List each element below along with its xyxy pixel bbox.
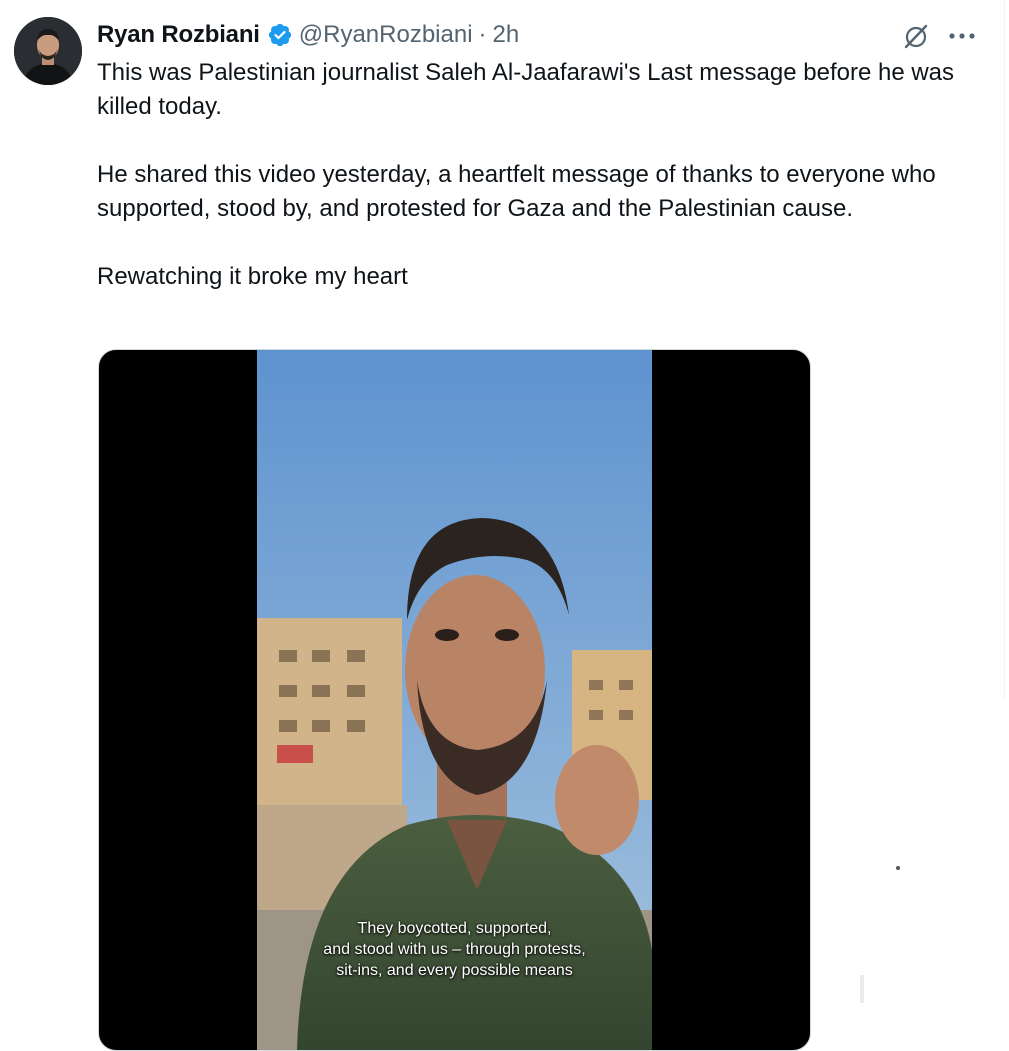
video-frame: They boycotted, supported, and stood wit…	[257, 350, 652, 1050]
tweet-text: This was Palestinian journalist Saleh Al…	[97, 56, 987, 294]
caption-line: sit-ins, and every possible means	[336, 962, 573, 979]
author-avatar[interactable]	[14, 17, 82, 85]
stray-mark	[860, 975, 864, 1003]
tweet-paragraph: Rewatching it broke my heart	[97, 263, 408, 290]
grok-icon	[904, 24, 928, 49]
caption-line: and stood with us – through protests,	[323, 941, 586, 958]
verified-badge-icon	[267, 22, 293, 48]
avatar-photo	[14, 17, 82, 85]
stray-mark	[896, 866, 900, 870]
author-handle[interactable]: @RyanRozbiani	[299, 21, 473, 49]
caption-line: They boycotted, supported,	[357, 920, 552, 937]
author-display-name[interactable]: Ryan Rozbiani	[97, 21, 260, 49]
timeline-border	[1004, 0, 1005, 700]
more-options-button[interactable]	[944, 20, 980, 52]
tweet-paragraph: This was Palestinian journalist Saleh Al…	[97, 59, 955, 120]
video-caption: They boycotted, supported, and stood wit…	[257, 918, 652, 981]
tweet-video[interactable]: They boycotted, supported, and stood wit…	[98, 349, 811, 1051]
tweet-header: Ryan Rozbiani @RyanRozbiani · 2h	[97, 18, 519, 52]
grok-button[interactable]	[900, 20, 932, 52]
separator-dot: ·	[478, 21, 487, 48]
tweet-timestamp[interactable]: 2h	[493, 21, 520, 49]
tweet-paragraph: He shared this video yesterday, a heartf…	[97, 161, 936, 222]
more-options-icon	[949, 33, 975, 39]
